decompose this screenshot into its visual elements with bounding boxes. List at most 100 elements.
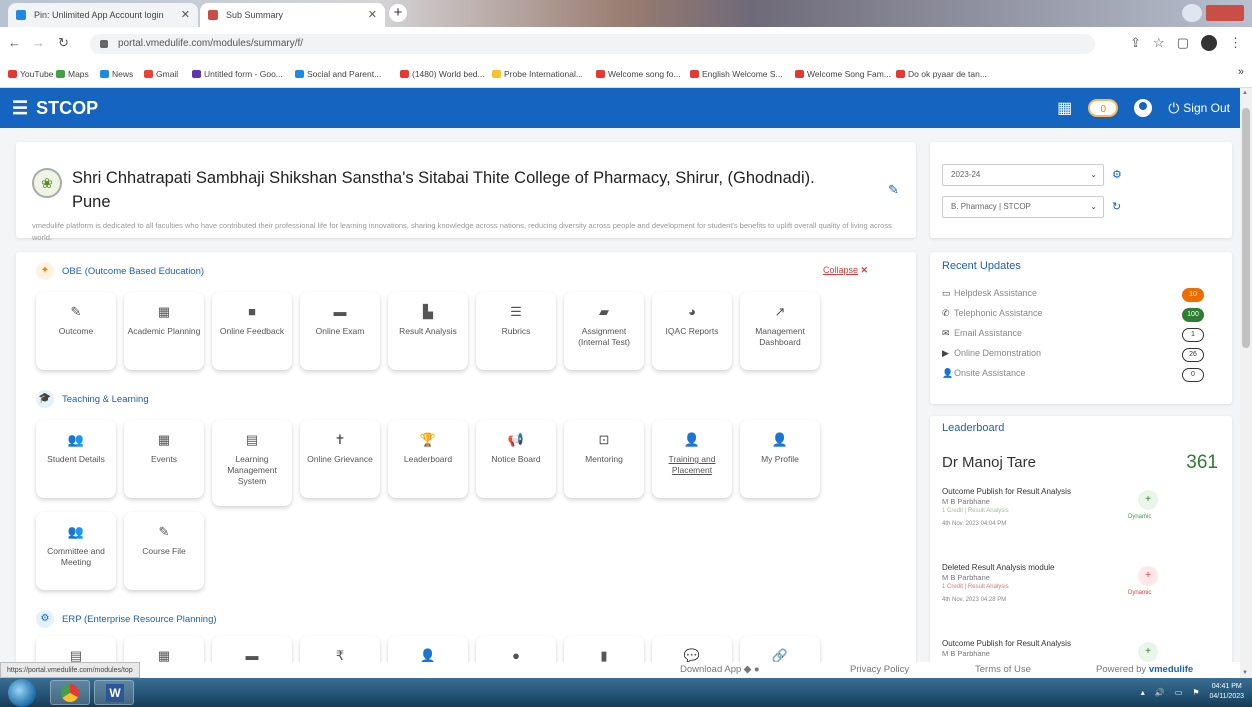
gears-icon: ⚙ — [36, 610, 54, 628]
system-tray: ▴ 🔊 ▭ ⚑ 04:41 PM 04/11/2023 — [1141, 682, 1244, 702]
tile-result-analysis[interactable]: ▙ Result Analysis — [388, 292, 468, 370]
academic-year-select[interactable]: 2023-24 ⌄ — [942, 164, 1104, 186]
settings-icon[interactable]: ⚙ — [1112, 168, 1122, 181]
volume-icon[interactable]: 🔊 — [1155, 688, 1165, 697]
bookmark-form[interactable]: Untitled form - Goo... — [192, 68, 283, 80]
edit-icon[interactable]: ✎ — [888, 182, 899, 198]
tile-notice-board[interactable]: 📢 Notice Board — [476, 420, 556, 498]
status-url: https://portal.vmedulife.com/modules/top — [0, 662, 140, 678]
monitor-icon: ▭ — [942, 288, 951, 298]
apple-icon[interactable]: ● — [754, 664, 760, 675]
tile-rubrics[interactable]: ☰ Rubrics — [476, 292, 556, 370]
bookmark-social[interactable]: Social and Parent... — [295, 68, 381, 80]
refresh-icon[interactable]: ↻ — [1112, 200, 1121, 213]
update-online-demo[interactable]: ▶ Online Demonstration 26 — [942, 348, 1204, 366]
scrollbar-thumb[interactable] — [1242, 108, 1250, 348]
page-scrollbar[interactable]: ▲ ▼ — [1240, 88, 1252, 678]
user-icon[interactable] — [1134, 99, 1153, 117]
tile-course-file[interactable]: ✎ Course File — [124, 512, 204, 590]
email-icon: ✉ — [942, 328, 950, 338]
sidepanel-icon[interactable]: ▢ — [1177, 35, 1189, 51]
program-select[interactable]: B. Pharmacy | STCOP ⌄ — [942, 196, 1104, 218]
hamburger-icon[interactable]: ☰ — [12, 98, 28, 119]
bookmark-pyaar[interactable]: Do ok pyaar de tan... — [896, 68, 987, 80]
tile-student-details[interactable]: 👥 Student Details — [36, 420, 116, 498]
clock[interactable]: 04:41 PM 04/11/2023 — [1209, 682, 1244, 702]
browser-tab-1[interactable]: Pin: Unlimited App Account login ✕ — [8, 3, 198, 27]
bookmark-worldbed[interactable]: (1480) World bed... — [400, 68, 485, 80]
update-telephonic[interactable]: ✆ Telephonic Assistance 100 — [942, 308, 1204, 326]
sign-out-button[interactable]: ⏻ Sign Out — [1168, 100, 1230, 117]
browser-tab-strip: Pin: Unlimited App Account login ✕ Sub S… — [0, 0, 1252, 27]
android-icon[interactable]: ◆ — [744, 664, 751, 675]
page-footer: https://portal.vmedulife.com/modules/top… — [0, 662, 1240, 678]
reload-icon[interactable]: ↻ — [58, 35, 69, 51]
tile-events[interactable]: ▦ Events — [124, 420, 204, 498]
close-tab-icon[interactable]: ✕ — [368, 3, 377, 27]
bookmark-english-welcome[interactable]: English Welcome S... — [690, 68, 783, 80]
brand-name[interactable]: STCOP — [36, 98, 98, 119]
scroll-down-icon[interactable]: ▼ — [1242, 670, 1248, 676]
network-icon[interactable]: ▭ — [1175, 688, 1183, 697]
chrome-taskbar-app[interactable] — [50, 680, 90, 705]
video-icon: ▶ — [942, 348, 949, 358]
graduation-icon: 🎓 — [36, 390, 54, 408]
bookmark-youtube[interactable]: YouTube — [8, 68, 53, 80]
address-toolbar: ← → ↻ portal.vmedulife.com/modules/summa… — [0, 27, 1252, 60]
privacy-policy-link[interactable]: Privacy Policy — [850, 664, 909, 676]
tile-management-dashboard[interactable]: ↗ Management Dashboard — [740, 292, 820, 370]
tile-assignment[interactable]: ▰ Assignment (Internal Test) — [564, 292, 644, 370]
close-tab-icon[interactable]: ✕ — [181, 3, 190, 27]
tray-arrow-icon[interactable]: ▴ — [1141, 688, 1145, 697]
collapse-button[interactable]: Collapse ✕ — [823, 265, 868, 276]
powered-by: Powered by vmedulife — [1096, 664, 1194, 675]
avatar[interactable] — [1201, 35, 1217, 51]
tile-mentoring[interactable]: ⊡ Mentoring — [564, 420, 644, 498]
flag-icon[interactable]: ⚑ — [1192, 688, 1199, 697]
tile-lms[interactable]: ▤ Learning Management System — [212, 420, 292, 506]
back-icon[interactable]: ← — [8, 35, 21, 50]
share-icon[interactable]: ⇪ — [1130, 35, 1141, 51]
url-field[interactable]: portal.vmedulife.com/modules/summary/f/ — [90, 34, 1095, 54]
leaderboard-title: Leaderboard — [942, 422, 1005, 434]
tile-online-grievance[interactable]: ✝ Online Grievance — [300, 420, 380, 498]
apps-grid-icon[interactable]: ▦ — [1057, 98, 1072, 118]
tile-committee-meeting[interactable]: 👥 Committee and Meeting — [36, 512, 116, 590]
tile-training-placement[interactable]: 👤 Training and Placement — [652, 420, 732, 498]
trophy-badge[interactable]: 0 — [1088, 99, 1119, 117]
update-helpdesk[interactable]: ▭ Helpdesk Assistance 10 — [942, 288, 1204, 306]
bookmark-news[interactable]: News — [100, 68, 133, 80]
chevron-right-icon[interactable]: » — [1238, 66, 1244, 78]
tile-online-exam[interactable]: ▬ Online Exam — [300, 292, 380, 370]
bookmark-welcome-song[interactable]: Welcome song fo... — [596, 68, 681, 80]
new-tab-button[interactable]: + — [389, 4, 407, 22]
tile-iqac-reports[interactable]: ◕ IQAC Reports — [652, 292, 732, 370]
word-taskbar-app[interactable]: W — [94, 680, 134, 705]
close-window-button[interactable] — [1206, 5, 1244, 21]
bookmark-gmail[interactable]: Gmail — [144, 68, 178, 80]
tile-online-feedback[interactable]: ■ Online Feedback — [212, 292, 292, 370]
menu-dots-icon[interactable]: ⋮ — [1229, 35, 1242, 51]
bookmark-welcome-fam[interactable]: Welcome Song Fam... — [795, 68, 891, 80]
lock-icon — [100, 40, 108, 48]
user-icon: 👤 — [771, 432, 789, 447]
update-onsite[interactable]: 👤Onsite Assistance 0 — [942, 368, 1204, 386]
leader-score: 361 — [1186, 452, 1218, 473]
profile-icon[interactable] — [1182, 4, 1202, 22]
download-app-link[interactable]: Download App ◆ ● — [680, 664, 760, 676]
scroll-up-icon[interactable]: ▲ — [1242, 90, 1248, 96]
star-icon[interactable]: ☆ — [1153, 35, 1165, 51]
file-icon: ▰ — [599, 304, 609, 319]
tile-leaderboard[interactable]: 🏆 Leaderboard — [388, 420, 468, 498]
terms-link[interactable]: Terms of Use — [975, 664, 1031, 676]
tile-my-profile[interactable]: 👤 My Profile — [740, 420, 820, 498]
browser-tab-2[interactable]: Sub Summary ✕ — [200, 3, 385, 27]
update-email[interactable]: ✉ Email Assistance 1 — [942, 328, 1204, 346]
browser-actions: ⇪ ☆ ▢ ⋮ — [1130, 35, 1242, 51]
bookmark-probe[interactable]: Probe International... — [492, 68, 583, 80]
start-button[interactable] — [8, 679, 36, 707]
bookmark-maps[interactable]: Maps — [56, 68, 89, 80]
tile-academic-planning[interactable]: ▦ Academic Planning — [124, 292, 204, 370]
forward-icon[interactable]: → — [32, 35, 45, 50]
tile-outcome[interactable]: ✎ Outcome — [36, 292, 116, 370]
